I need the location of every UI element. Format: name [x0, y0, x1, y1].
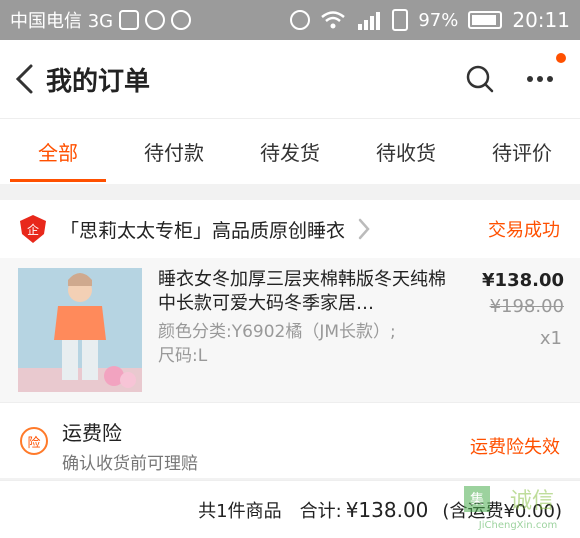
app-header: 我的订单 — [0, 40, 580, 118]
shop-badge-icon: 企 — [20, 215, 46, 243]
clock: 20:11 — [512, 8, 570, 32]
product-image[interactable] — [18, 268, 142, 392]
shop-name: 「思莉太太专柜」高品质原创睡衣 — [60, 219, 346, 242]
wifi-icon — [321, 11, 346, 29]
product-price: ¥138.00 — [482, 270, 564, 291]
tab-to-receive[interactable]: 待收货 — [348, 119, 464, 184]
item-count: 共1件商品 — [198, 500, 282, 522]
notification-dot — [556, 53, 566, 63]
search-icon — [466, 65, 494, 93]
insurance-status: 运费险失效 — [470, 437, 560, 458]
app-notify-icon — [145, 10, 166, 30]
qq-icon — [171, 10, 192, 30]
back-button[interactable] — [4, 59, 44, 99]
chevron-left-icon — [15, 64, 33, 94]
status-bar: 中国电信 3G 97% 20:11 — [0, 0, 580, 40]
battery-percent: 97% — [418, 9, 459, 31]
total-label: 合计: — [299, 500, 342, 522]
shop-row[interactable]: 企 「思莉太太专柜」高品质原创睡衣 交易成功 — [0, 200, 580, 258]
page-title: 我的订单 — [46, 66, 151, 97]
product-photo — [18, 268, 142, 392]
insurance-subtitle: 确认收货前可理赔 — [62, 454, 198, 474]
product-spec: 颜色分类:Y6902橘（JM长款）;尺码:L — [158, 322, 396, 366]
shipping-insurance-row[interactable]: 险 运费险 确认收货前可理赔 运费险失效 — [0, 402, 580, 478]
insurance-icon: 险 — [20, 427, 48, 455]
svg-text:JiChengXin.com: JiChengXin.com — [478, 520, 557, 531]
tab-to-review[interactable]: 待评价 — [464, 119, 580, 184]
chevron-right-icon — [358, 218, 370, 240]
battery-icon — [468, 11, 503, 29]
more-button[interactable] — [520, 53, 566, 99]
alarm-icon — [290, 10, 311, 30]
watermark-logo: 集 诚信 JiChengXin.com — [464, 486, 557, 531]
product-item[interactable]: 睡衣女冬加厚三层夹棉韩版冬天纯棉中长款可爱大码冬季家居… 颜色分类:Y6902橘… — [0, 258, 580, 402]
svg-text:企: 企 — [27, 222, 39, 237]
total-amount: ¥138.00 — [345, 497, 429, 522]
tab-to-pay[interactable]: 待付款 — [116, 119, 232, 184]
svg-text:集: 集 — [470, 491, 484, 508]
tab-to-ship[interactable]: 待发货 — [232, 119, 348, 184]
photo-icon — [119, 10, 140, 30]
order-status: 交易成功 — [488, 220, 560, 241]
svg-text:诚信: 诚信 — [510, 489, 554, 514]
product-title: 睡衣女冬加厚三层夹棉韩版冬天纯棉中长款可爱大码冬季家居… — [158, 269, 446, 314]
product-quantity: x1 — [539, 328, 562, 349]
tab-all[interactable]: 全部 — [0, 119, 116, 184]
sim-icon — [392, 9, 409, 31]
signal-icon — [358, 12, 381, 30]
product-original-price: ¥198.00 — [489, 296, 564, 317]
order-tabs: 全部 待付款 待发货 待收货 待评价 — [0, 118, 580, 184]
insurance-title: 运费险 — [62, 421, 122, 445]
carrier-label: 中国电信 3G — [10, 11, 114, 32]
more-icon — [527, 76, 553, 82]
search-button[interactable] — [460, 59, 500, 99]
